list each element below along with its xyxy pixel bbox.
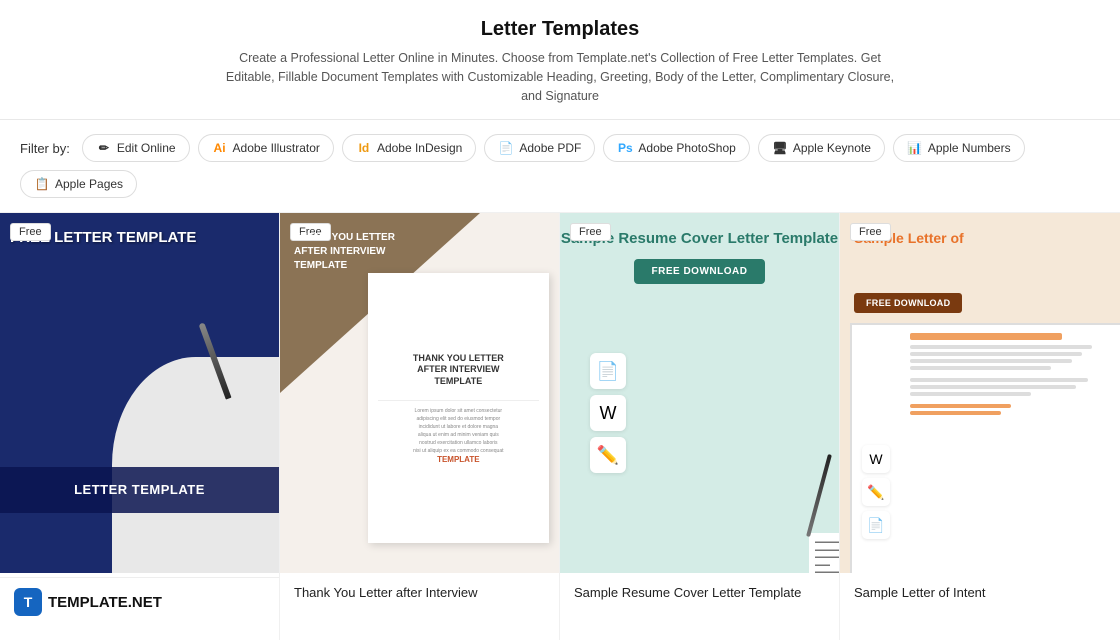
id-icon: Id [356, 140, 372, 156]
filter-edit-online[interactable]: Edit Online [82, 134, 190, 162]
page-header: Letter Templates Create a Professional L… [0, 0, 1120, 213]
card3-footer-title: Sample Resume Cover Letter Template [574, 585, 825, 600]
template-net-logo: T TEMPLATE.NET [0, 577, 279, 626]
ps-icon: Ps [617, 140, 633, 156]
filter-adobe-illustrator[interactable]: Ai Adobe Illustrator [198, 134, 334, 162]
card4-app-icons: W ✏️ 📄 [862, 445, 890, 539]
card3-image[interactable]: Free Sample Resume Cover Letter Template… [560, 213, 839, 573]
filter-apple-numbers[interactable]: 📊 Apple Numbers [893, 134, 1025, 162]
card4-image[interactable]: Free Sample Letter of FREE DOWNLOAD W ✏️… [840, 213, 1120, 573]
filter-label: Filter by: [20, 141, 70, 156]
pages-icon: 📋 [34, 176, 50, 192]
card-free-letter: Free FREE LETTER TEMPLATE LETTER TEMPLAT… [0, 213, 280, 640]
pages-icon-sm: ✏️ [862, 478, 890, 506]
logo-wordmark: TEMPLATE.NET [48, 594, 162, 611]
filter-apple-keynote[interactable]: 🖥 Apple Keynote [758, 134, 885, 162]
card3-paper-front: ▬▬▬▬▬▬▬▬▬▬▬▬▬▬▬▬▬▬▬▬▬▬▬▬▬▬▬▬▬▬▬▬ [809, 533, 839, 573]
card2-overlay-text: THANK YOU LETTER AFTER INTERVIEW TEMPLAT… [294, 231, 395, 273]
pdf-icon-sm: 📄 [862, 511, 890, 539]
card2-footer: Thank You Letter after Interview [280, 573, 559, 604]
cards-grid: Free FREE LETTER TEMPLATE LETTER TEMPLAT… [0, 213, 1120, 640]
filter-apple-pages[interactable]: 📋 Apple Pages [20, 170, 137, 198]
pen-decoration [198, 323, 231, 400]
card4-download-btn[interactable]: FREE DOWNLOAD [854, 293, 962, 313]
pencil-icon [96, 140, 112, 156]
filter-adobe-indesign[interactable]: Id Adobe InDesign [342, 134, 476, 162]
card4-preview-screen: W ✏️ 📄 [850, 323, 1120, 573]
word-icon: W [590, 395, 626, 431]
card4-content-preview [902, 325, 1120, 426]
card4-footer-title: Sample Letter of Intent [854, 585, 1106, 600]
card3-pen-decoration [806, 454, 832, 537]
card-thank-you-letter: Free THANK YOU LETTER AFTER INTERVIEW TE… [280, 213, 560, 640]
card-resume-cover-letter: Free Sample Resume Cover Letter Template… [560, 213, 840, 640]
filter-adobe-pdf[interactable]: 📄 Adobe PDF [484, 134, 595, 162]
card1-bottom-label: LETTER TEMPLATE [0, 467, 279, 513]
page-description: Create a Professional Letter Online in M… [220, 49, 900, 105]
card2-image[interactable]: Free THANK YOU LETTER AFTER INTERVIEW TE… [280, 213, 559, 573]
ai-icon: Ai [212, 140, 228, 156]
filter-bar: Filter by: Edit Online Ai Adobe Illustra… [0, 120, 1120, 213]
keynote-icon: 🖥 [772, 140, 788, 156]
numbers-icon: 📊 [907, 140, 923, 156]
card3-app-icons: 📄 W ✏️ [590, 353, 626, 473]
free-badge-3: Free [570, 223, 611, 241]
card3-download-btn[interactable]: FREE DOWNLOAD [634, 259, 766, 284]
pages-app-icon: ✏️ [590, 437, 626, 473]
page-title: Letter Templates [20, 18, 1100, 41]
word-icon-sm: W [862, 445, 890, 473]
card2-paper: THANK YOU LETTERAFTER INTERVIEWTEMPLATE … [368, 273, 549, 543]
card4-footer: Sample Letter of Intent [840, 573, 1120, 604]
card3-footer: Sample Resume Cover Letter Template [560, 573, 839, 604]
free-badge-4: Free [850, 223, 891, 241]
filter-adobe-photoshop[interactable]: Ps Adobe PhotoShop [603, 134, 749, 162]
free-badge-1: Free [10, 223, 51, 241]
card2-footer-title: Thank You Letter after Interview [294, 585, 545, 600]
card2-paper-body: Lorem ipsum dolor sit amet consectetur a… [413, 407, 503, 455]
pdf-icon: 📄 [498, 140, 514, 156]
card1-image[interactable]: Free FREE LETTER TEMPLATE LETTER TEMPLAT… [0, 213, 279, 573]
card-letter-of-intent: Free Sample Letter of FREE DOWNLOAD W ✏️… [840, 213, 1120, 640]
logo-icon: T [14, 588, 42, 616]
card2-paper-main-title: THANK YOU LETTERAFTER INTERVIEWTEMPLATE [413, 353, 504, 388]
google-docs-icon: 📄 [590, 353, 626, 389]
card2-paper-subtitle: TEMPLATE [437, 455, 480, 464]
